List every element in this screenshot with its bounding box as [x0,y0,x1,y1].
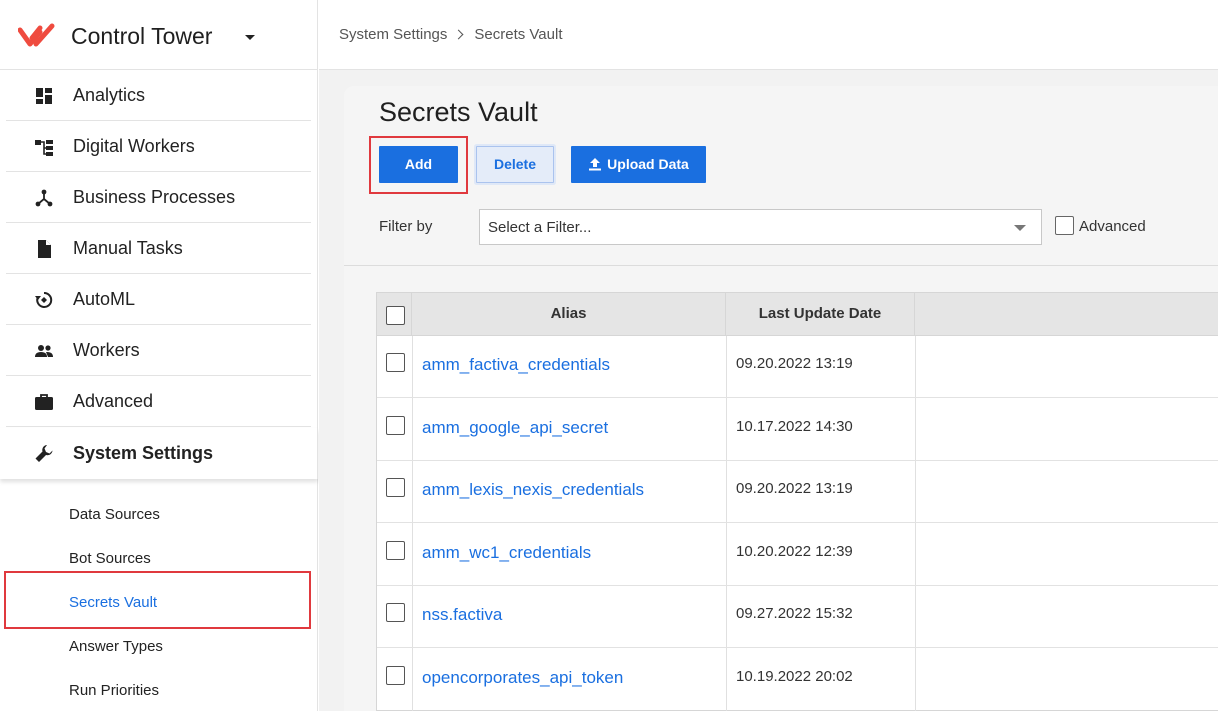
advanced-checkbox[interactable] [1055,216,1074,235]
upload-data-button[interactable]: Upload Data [571,146,706,183]
brand-header: Control Tower [0,0,318,70]
subnav-item-answer-types[interactable]: Answer Types [69,638,163,655]
process-flow-icon [35,189,53,207]
sidebar-item-system-settings[interactable]: System Settings [0,428,318,479]
dashboard-icon [36,88,52,104]
breadcrumb: System Settings Secrets Vault [339,26,563,43]
subnav-item-bot-sources[interactable]: Bot Sources [69,550,151,567]
row-checkbox[interactable] [386,478,405,497]
row-checkbox[interactable] [386,603,405,622]
last-update-date: 10.20.2022 12:39 [736,543,853,560]
table-row[interactable]: nss.factiva 09.27.2022 15:32 [377,586,1218,648]
sidebar-item-manual-tasks[interactable]: Manual Tasks [6,223,311,274]
sidebar-item-label: Business Processes [73,187,236,207]
select-all-cell [377,293,412,336]
subnav-item-secrets-vault[interactable]: Secrets Vault [69,594,157,611]
wrench-icon [35,445,53,462]
row-checkbox[interactable] [386,353,405,372]
last-update-date: 10.19.2022 20:02 [736,668,853,685]
alias-link[interactable]: amm_lexis_nexis_credentials [422,480,644,500]
page-title: Secrets Vault [379,97,538,127]
alias-link[interactable]: amm_google_api_secret [422,418,608,438]
hierarchy-icon [35,140,53,156]
row-checkbox[interactable] [386,416,405,435]
add-button[interactable]: Add [379,146,458,183]
dropdown-arrow-icon [1014,225,1026,231]
sidebar-item-label: System Settings [73,443,214,463]
table-row[interactable]: amm_factiva_credentials 09.20.2022 13:19 [377,336,1218,398]
filter-placeholder: Select a Filter... [488,219,592,236]
automl-icon [35,291,53,308]
last-update-date: 09.27.2022 15:32 [736,605,853,622]
upload-data-label: Upload Data [607,156,689,172]
sidebar-item-advanced[interactable]: Advanced [6,376,311,427]
sidebar-item-automl[interactable]: AutoML [6,274,311,325]
sidebar: Control Tower Analytics Digital Workers … [0,0,318,711]
sidebar-item-label: Manual Tasks [73,238,183,258]
breadcrumb-parent[interactable]: System Settings [339,26,447,43]
table-header: Alias Last Update Date [377,293,1218,336]
subnav-item-run-priorities[interactable]: Run Priorities [69,682,159,699]
filter-label: Filter by [379,218,433,235]
secrets-table: Alias Last Update Date amm_factiva_crede… [376,292,1218,711]
selected-item-highlight [4,571,311,629]
table-row[interactable]: amm_lexis_nexis_credentials 09.20.2022 1… [377,461,1218,523]
filter-select[interactable]: Select a Filter... [479,209,1042,245]
alias-link[interactable]: opencorporates_api_token [422,668,623,688]
last-update-date: 09.20.2022 13:19 [736,480,853,497]
app-switcher-caret-icon[interactable] [245,35,255,40]
control-tower-logo [18,23,55,47]
sidebar-item-business-processes[interactable]: Business Processes [6,172,311,223]
subnav-item-data-sources[interactable]: Data Sources [69,506,160,523]
sidebar-item-label: Analytics [73,85,146,105]
sidebar-item-workers[interactable]: Workers [6,325,311,376]
last-update-date: 09.20.2022 13:19 [736,355,853,372]
select-all-checkbox[interactable] [386,306,405,325]
table-row[interactable]: amm_google_api_secret 10.17.2022 14:30 [377,399,1218,461]
sidebar-item-label: Workers [73,340,140,360]
alias-link[interactable]: amm_factiva_credentials [422,355,610,375]
delete-button[interactable]: Delete [476,146,554,183]
alias-link[interactable]: nss.factiva [422,605,502,625]
briefcase-icon [35,394,53,410]
column-header-last-update-date[interactable]: Last Update Date [726,293,915,336]
people-icon [35,345,53,357]
sidebar-item-label: Digital Workers [73,136,195,156]
top-bar: System Settings Secrets Vault [319,0,1218,70]
upload-icon [589,157,602,171]
row-checkbox[interactable] [386,541,405,560]
sidebar-item-analytics[interactable]: Analytics [6,70,311,121]
sidebar-item-label: AutoML [73,289,136,309]
document-icon [38,240,51,258]
app-title: Control Tower [71,23,213,49]
table-row[interactable]: amm_wc1_credentials 10.20.2022 12:39 [377,524,1218,586]
sidebar-item-label: Advanced [73,391,154,411]
table-row[interactable]: opencorporates_api_token 10.19.2022 20:0… [377,649,1218,711]
breadcrumb-current: Secrets Vault [474,26,563,43]
chevron-right-icon [453,29,464,40]
last-update-date: 10.17.2022 14:30 [736,418,853,435]
sidebar-item-digital-workers[interactable]: Digital Workers [6,121,311,172]
alias-link[interactable]: amm_wc1_credentials [422,543,591,563]
row-checkbox[interactable] [386,666,405,685]
advanced-label: Advanced [1079,218,1146,235]
column-header-alias[interactable]: Alias [412,293,726,336]
